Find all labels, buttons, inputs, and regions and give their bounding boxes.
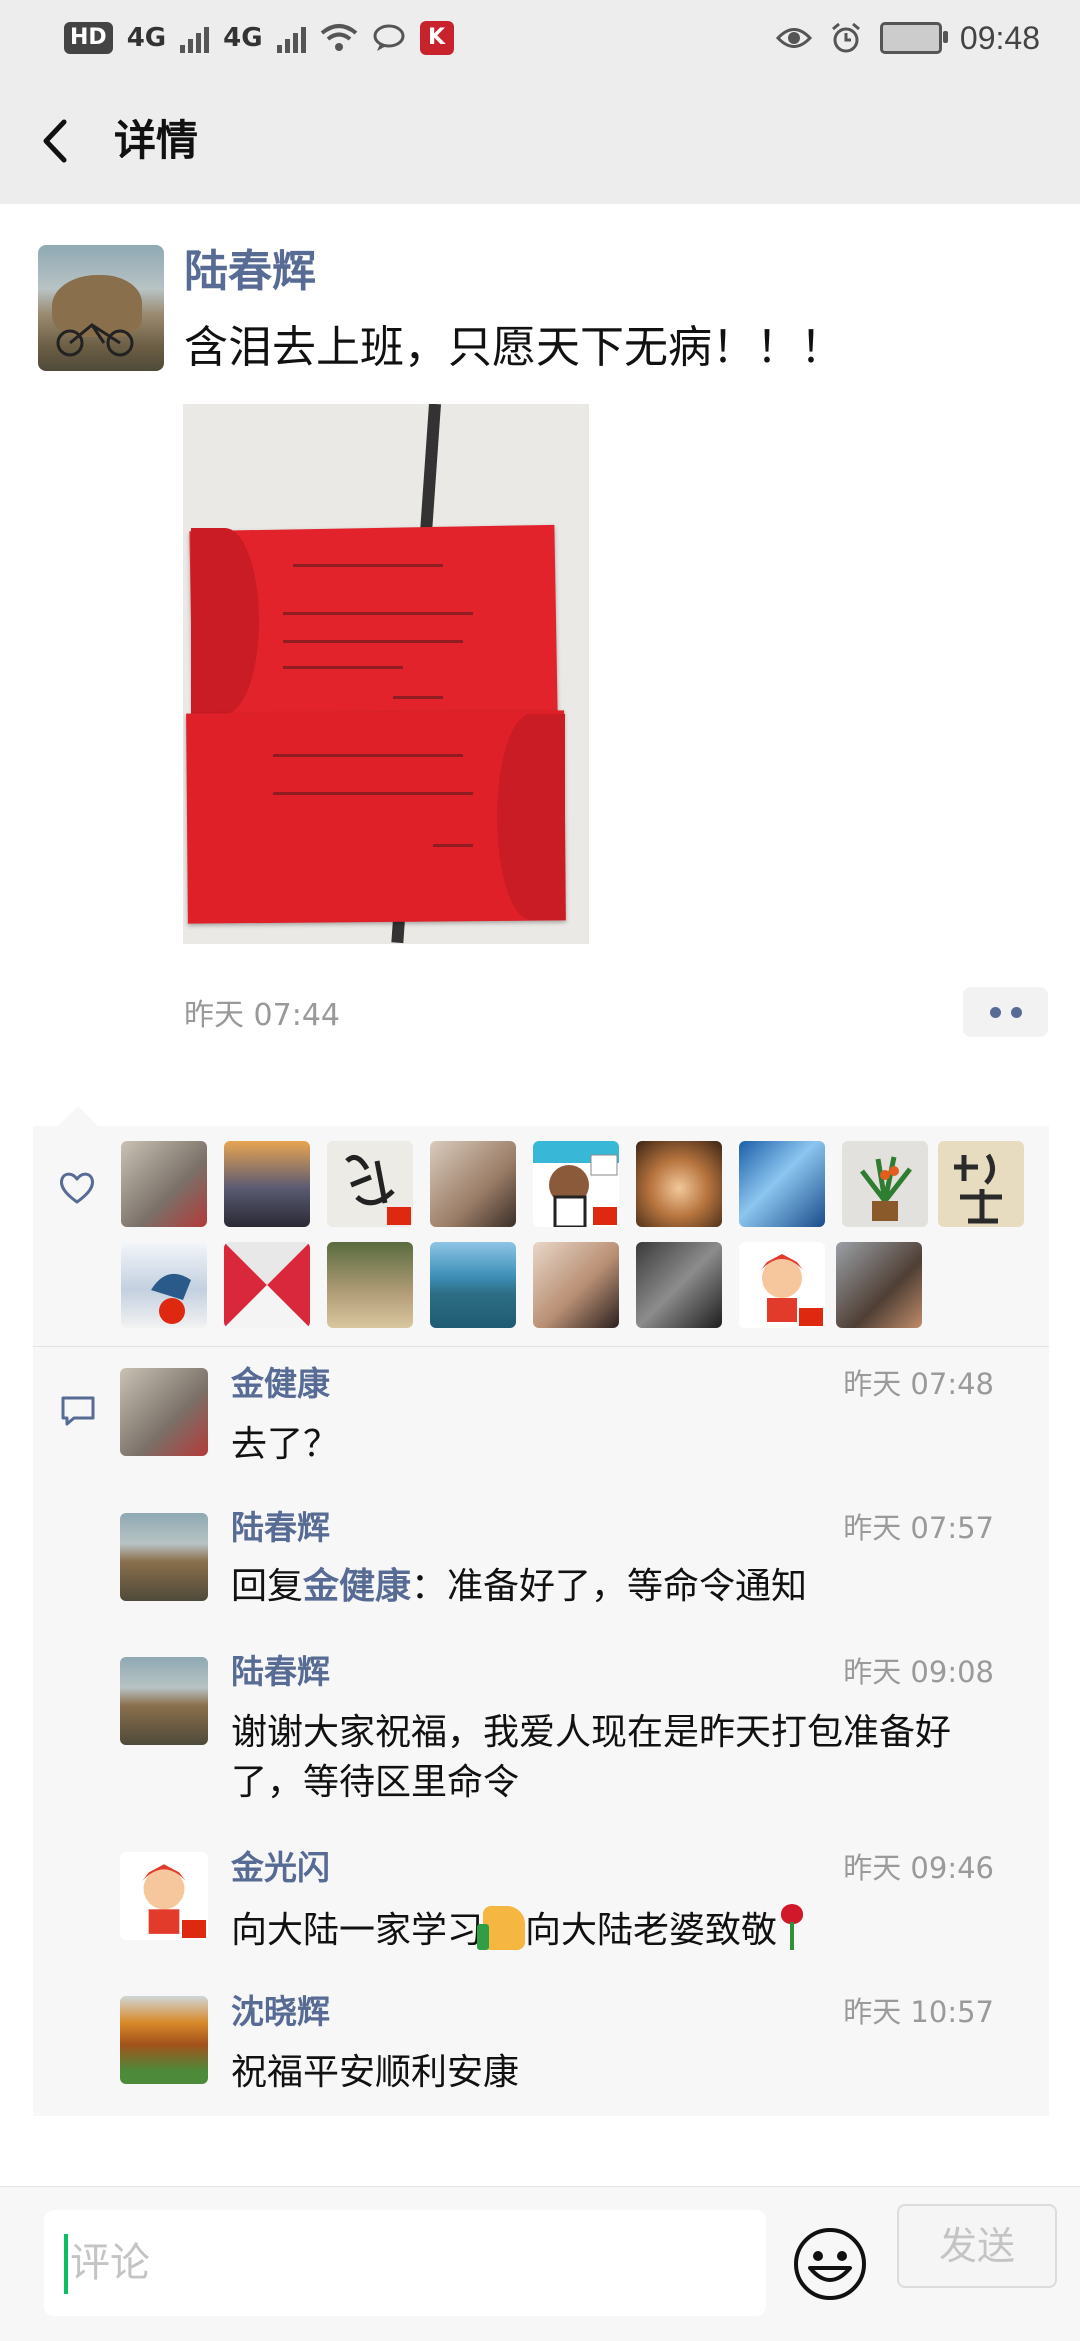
page-title: 详情 bbox=[114, 116, 199, 165]
liker-avatar[interactable] bbox=[739, 1141, 825, 1227]
back-icon[interactable] bbox=[26, 106, 96, 176]
panel-divider bbox=[33, 1346, 1049, 1347]
commenter-avatar[interactable] bbox=[120, 1996, 208, 2084]
comment-text-part-b: 向大陆老婆致敬 bbox=[525, 1910, 778, 1951]
liker-avatar[interactable] bbox=[430, 1242, 516, 1328]
header-bar: 详情 bbox=[0, 76, 1080, 204]
comment-text: 回复金健康：准备好了，等命令通知 bbox=[231, 1562, 1011, 1612]
post-photo[interactable] bbox=[183, 404, 589, 944]
commenter-name[interactable]: 金健康 bbox=[231, 1362, 330, 1406]
status-left: HD 4G 4G K bbox=[64, 18, 454, 58]
author-avatar[interactable] bbox=[38, 245, 164, 371]
comment-time: 昨天 07:57 bbox=[843, 1511, 994, 1545]
liker-avatar[interactable] bbox=[224, 1242, 310, 1328]
comment-text-part-a: 向大陆一家学习 bbox=[231, 1910, 484, 1951]
status-bar: HD 4G 4G K 09:48 bbox=[0, 0, 1080, 76]
commenter-name[interactable]: 金光闪 bbox=[231, 1846, 330, 1890]
message-icon bbox=[373, 24, 405, 51]
signal-icon-2 bbox=[276, 23, 306, 53]
status-time: 09:48 bbox=[959, 19, 1040, 56]
reply-to-name[interactable]: 金健康 bbox=[303, 1566, 411, 1607]
commenter-name[interactable]: 陆春辉 bbox=[231, 1506, 330, 1550]
liker-avatar[interactable] bbox=[636, 1141, 722, 1227]
eye-icon bbox=[775, 28, 812, 48]
network-4g-label-2: 4G bbox=[223, 23, 263, 53]
liker-avatar[interactable] bbox=[327, 1242, 413, 1328]
comment-time: 昨天 07:48 bbox=[843, 1367, 994, 1401]
signal-icon bbox=[180, 23, 210, 53]
liker-avatar[interactable] bbox=[121, 1242, 207, 1328]
thumbs-up-icon bbox=[477, 1906, 526, 1950]
liker-avatar[interactable] bbox=[533, 1141, 619, 1227]
app-notification-icon: K bbox=[419, 21, 454, 55]
commenter-avatar[interactable] bbox=[120, 1513, 208, 1601]
liker-avatar[interactable] bbox=[327, 1141, 413, 1227]
liker-avatar[interactable] bbox=[430, 1141, 516, 1227]
reply-body: ：准备好了，等命令通知 bbox=[411, 1566, 808, 1607]
more-dot bbox=[1010, 1006, 1022, 1018]
liker-avatar[interactable] bbox=[836, 1242, 922, 1328]
liker-avatar[interactable] bbox=[938, 1141, 1024, 1227]
liker-avatar[interactable] bbox=[224, 1141, 310, 1227]
wifi-icon bbox=[320, 24, 357, 51]
more-dot bbox=[989, 1006, 1001, 1018]
network-4g-label: 4G bbox=[126, 23, 167, 53]
comment-text: 祝福平安顺利安康 bbox=[231, 2052, 520, 2093]
panel-notch bbox=[58, 1106, 98, 1126]
commenter-avatar[interactable] bbox=[120, 1657, 208, 1745]
post-text: 含泪去上班，只愿天下无病！！！ bbox=[184, 322, 844, 373]
comment-text: 去了？ bbox=[231, 1424, 340, 1465]
post-timestamp: 昨天 07:44 bbox=[184, 998, 340, 1033]
comment-time: 昨天 10:57 bbox=[843, 1995, 994, 2029]
liker-avatar[interactable] bbox=[739, 1242, 825, 1328]
commenter-avatar[interactable] bbox=[120, 1368, 208, 1456]
send-button[interactable]: 发送 bbox=[897, 2204, 1057, 2288]
post-author-name[interactable]: 陆春辉 bbox=[184, 244, 316, 300]
commenter-avatar[interactable] bbox=[120, 1852, 208, 1940]
liker-avatar[interactable] bbox=[121, 1141, 207, 1227]
commenter-name[interactable]: 沈晓辉 bbox=[231, 1990, 330, 2034]
comment-time: 昨天 09:08 bbox=[843, 1655, 994, 1689]
comment-text: 向大陆一家学习 向大陆老婆致敬 bbox=[231, 1904, 1011, 1956]
hd-badge: HD bbox=[64, 22, 113, 54]
more-actions-button[interactable] bbox=[963, 987, 1048, 1037]
status-right: 09:48 bbox=[775, 14, 1040, 62]
reply-prefix: 回复 bbox=[231, 1566, 304, 1607]
alarm-icon bbox=[831, 22, 860, 53]
comment-input[interactable] bbox=[44, 2210, 766, 2316]
comment-time: 昨天 09:46 bbox=[843, 1851, 994, 1885]
text-cursor bbox=[64, 2234, 68, 2294]
liker-avatar[interactable] bbox=[636, 1242, 722, 1328]
liker-avatar[interactable] bbox=[533, 1242, 619, 1328]
commenter-name[interactable]: 陆春辉 bbox=[231, 1650, 330, 1694]
rose-icon bbox=[777, 1904, 807, 1950]
liker-avatar[interactable] bbox=[842, 1141, 928, 1227]
battery-icon bbox=[879, 22, 948, 54]
heart-icon bbox=[59, 1172, 95, 1204]
comment-text: 谢谢大家祝福，我爱人现在是昨天打包准备好了，等待区里命令 bbox=[231, 1712, 952, 1803]
comment-icon bbox=[61, 1396, 95, 1426]
emoji-icon[interactable] bbox=[792, 2226, 868, 2302]
